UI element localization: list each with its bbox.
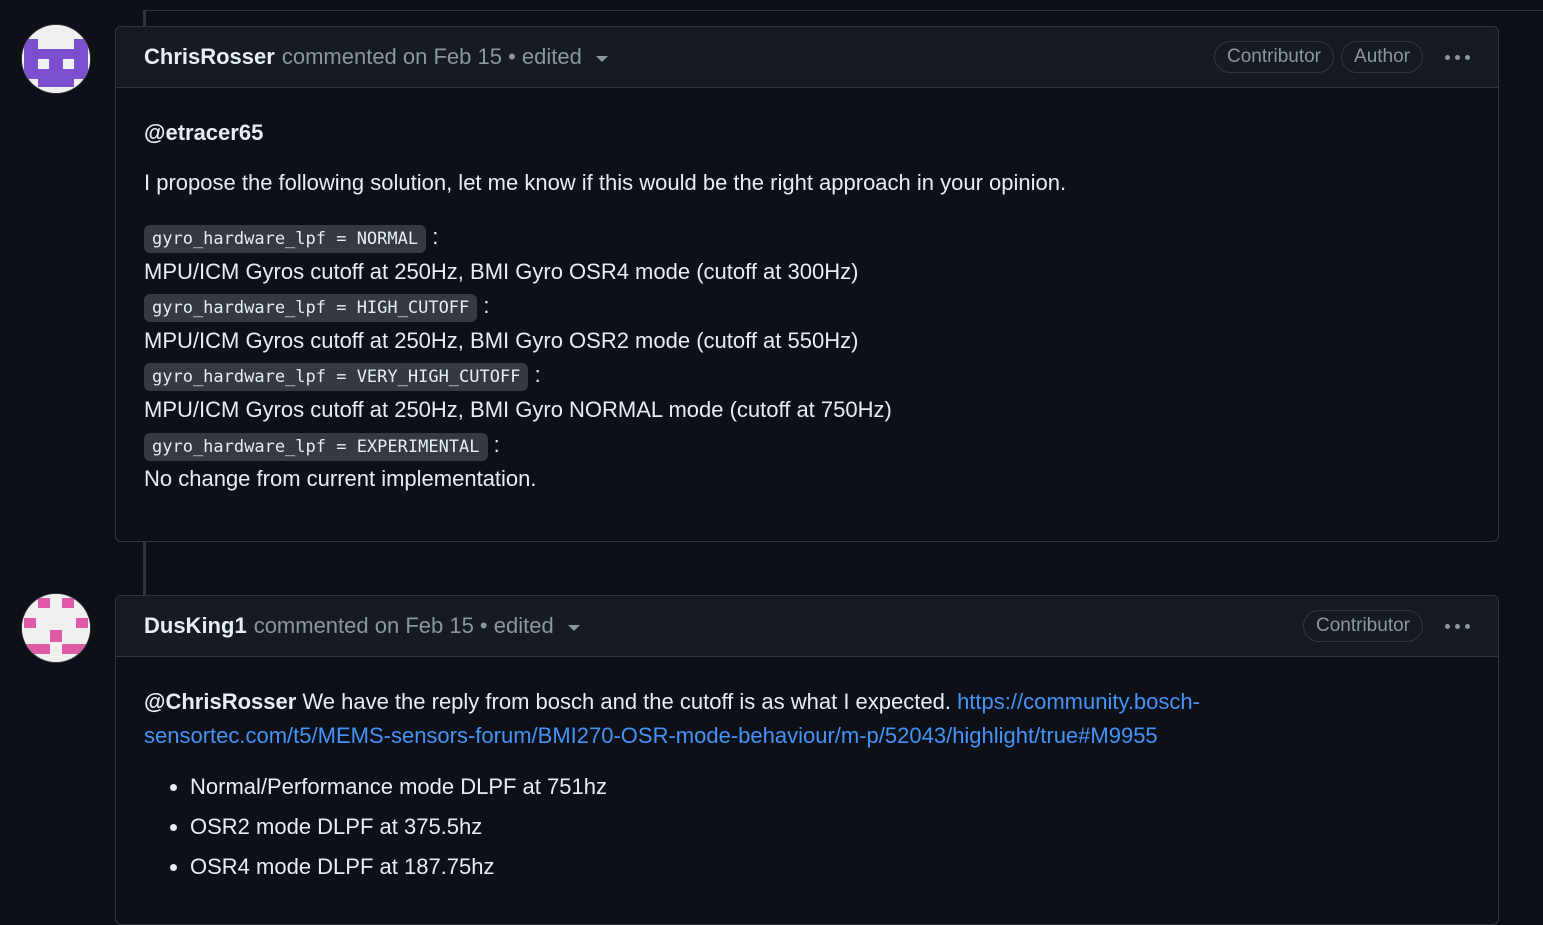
cutoff-list: Normal/Performance mode DLPF at 751hz OS… xyxy=(144,767,1470,887)
option-description: MPU/ICM Gyros cutoff at 250Hz, BMI Gyro … xyxy=(144,327,859,353)
list-item: Normal/Performance mode DLPF at 751hz xyxy=(190,767,1470,807)
code-suffix: : xyxy=(493,431,500,457)
user-mention[interactable]: @ChrisRosser xyxy=(144,689,296,714)
code-option-high-cutoff: gyro_hardware_lpf = HIGH_CUTOFF xyxy=(144,294,478,323)
identicon-avatar-icon xyxy=(22,594,90,662)
author-badge: Author xyxy=(1341,41,1423,73)
option-description: No change from current implementation. xyxy=(144,466,537,492)
edit-history-caret-icon[interactable] xyxy=(567,625,580,631)
comment-text: We have the reply from bosch and the cut… xyxy=(296,689,958,714)
user-mention[interactable]: @etracer65 xyxy=(144,120,263,145)
list-item: OSR4 mode DLPF at 187.75hz xyxy=(190,847,1470,887)
comment-meta[interactable]: commented on Feb 15 • edited xyxy=(254,613,554,639)
comment-options-icon[interactable] xyxy=(1445,623,1470,629)
code-suffix: : xyxy=(534,362,541,388)
edit-history-caret-icon[interactable] xyxy=(595,56,608,62)
timeline-rail xyxy=(143,542,146,596)
comment-options-icon[interactable] xyxy=(1445,54,1470,60)
comment-intro: I propose the following solution, let me… xyxy=(144,170,1067,195)
comment-card: ChrisRosser commented on Feb 15 • edited… xyxy=(115,26,1499,542)
timeline-top-divider xyxy=(144,10,1543,11)
comment-header: ChrisRosser commented on Feb 15 • edited… xyxy=(116,27,1498,88)
option-description: MPU/ICM Gyros cutoff at 250Hz, BMI Gyro … xyxy=(144,396,892,422)
code-option-experimental: gyro_hardware_lpf = EXPERIMENTAL xyxy=(144,432,488,461)
bosch-forum-link-continued[interactable]: sensortec.com/t5/MEMS-sensors-forum/BMI2… xyxy=(144,723,1158,748)
list-item: OSR2 mode DLPF at 375.5hz xyxy=(190,807,1470,847)
avatar-dusking1[interactable] xyxy=(22,594,90,662)
code-suffix: : xyxy=(483,293,490,319)
comment-author[interactable]: ChrisRosser xyxy=(144,44,275,70)
contributor-badge: Contributor xyxy=(1214,41,1335,73)
code-option-very-high-cutoff: gyro_hardware_lpf = VERY_HIGH_CUTOFF xyxy=(144,363,529,392)
timeline-rail xyxy=(143,10,146,26)
comment-card: DusKing1 commented on Feb 15 • edited Co… xyxy=(115,595,1499,925)
identicon-avatar-icon xyxy=(22,25,90,93)
comment-author[interactable]: DusKing1 xyxy=(144,613,247,639)
avatar-chrisrosser[interactable] xyxy=(22,25,90,93)
comment-body: @etracer65 I propose the following solut… xyxy=(116,88,1498,517)
comment-body: @ChrisRosser We have the reply from bosc… xyxy=(116,657,1498,907)
contributor-badge: Contributor xyxy=(1303,610,1423,642)
code-suffix: : xyxy=(432,224,439,249)
bosch-forum-link[interactable]: https://community.bosch- xyxy=(957,689,1200,714)
comment-header: DusKing1 commented on Feb 15 • edited Co… xyxy=(116,596,1498,657)
comment-meta[interactable]: commented on Feb 15 • edited xyxy=(282,44,582,70)
code-option-normal: gyro_hardware_lpf = NORMAL xyxy=(144,225,427,253)
option-description: MPU/ICM Gyros cutoff at 250Hz, BMI Gyro … xyxy=(144,258,859,284)
